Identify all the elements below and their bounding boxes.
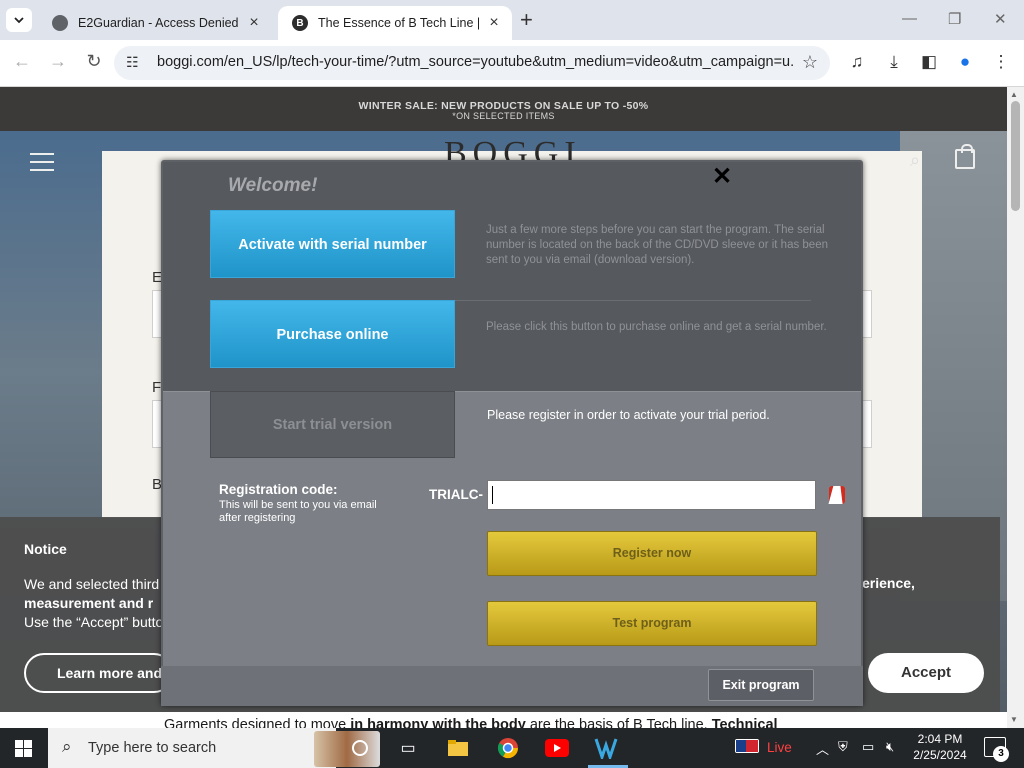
tab-search-button[interactable] <box>6 8 32 32</box>
minimize-icon[interactable]: — <box>902 10 917 27</box>
cookie-notice-text: We and selected third measurement and r … <box>24 575 164 632</box>
globe-icon <box>52 15 68 31</box>
shopping-bag-icon[interactable] <box>955 144 975 169</box>
browser-toolbar: ← → ↻ ☷ boggi.com/en_US/lp/tech-your-tim… <box>0 40 1024 87</box>
address-bar[interactable]: ☷ boggi.com/en_US/lp/tech-your-time/?utm… <box>114 46 830 80</box>
cookie-text-line: Use the “Accept” butto <box>24 614 164 630</box>
clock-date[interactable]: 2/25/2024 <box>910 748 970 762</box>
network-icon[interactable]: ▭ <box>862 739 874 755</box>
activate-serial-description: Just a few more steps before you can sta… <box>486 224 828 266</box>
youtube-icon[interactable] <box>545 736 569 760</box>
page-scrollbar[interactable]: ▲ ▼ <box>1007 87 1024 728</box>
file-explorer-icon[interactable] <box>446 736 470 760</box>
restore-icon[interactable]: ❐ <box>948 10 961 28</box>
windows-start-icon[interactable] <box>15 740 32 757</box>
purchase-online-description: Please click this button to purchase onl… <box>486 321 827 333</box>
trial-description: Please register in order to activate you… <box>487 408 770 422</box>
activate-serial-button[interactable]: Activate with serial number <box>210 210 455 278</box>
window-close-icon[interactable]: ✕ <box>994 10 1007 28</box>
description-text: Garments designed to move <box>164 717 351 728</box>
description-text: are the basis of B Tech line. <box>525 717 712 728</box>
tab-title: The Essence of B Tech Line | Bo <box>318 16 482 30</box>
live-indicator[interactable]: Live <box>767 740 792 755</box>
registration-code-prefix: TRIALC- <box>429 487 483 502</box>
cookie-text-line: measurement and r <box>24 595 154 611</box>
download-icon[interactable]: ⤓ <box>883 52 905 72</box>
cortana-icon[interactable] <box>348 736 372 760</box>
sale-banner[interactable]: WINTER SALE: NEW PRODUCTS ON SALE UP TO … <box>0 87 1007 131</box>
registration-code-input[interactable] <box>487 480 816 510</box>
tab-title: E2Guardian - Access Denied <box>78 16 239 30</box>
windows-taskbar: ⌕ Type here to search ▭ Live ︿ ⛨ ▭ 🔇︎ 2:… <box>0 728 1024 768</box>
notification-count-badge: 3 <box>993 746 1009 762</box>
back-arrow-icon[interactable]: ← <box>10 51 34 72</box>
divider <box>455 300 811 301</box>
star-icon[interactable]: ☆ <box>802 52 818 73</box>
forward-arrow-icon[interactable]: → <box>46 51 70 72</box>
product-description: Garments designed to move in harmony wit… <box>164 717 778 728</box>
accept-cookies-button[interactable]: Accept <box>868 653 984 693</box>
registration-code-label: Registration code: <box>219 482 338 497</box>
search-icon: ⌕ <box>62 737 72 756</box>
scroll-down-icon[interactable]: ▼ <box>1010 715 1018 724</box>
description-bold: Technical <box>711 717 778 728</box>
close-tab-icon[interactable]: × <box>246 14 262 32</box>
learn-more-button[interactable]: Learn more and customize <box>24 653 174 693</box>
scrollbar-thumb[interactable] <box>1011 101 1020 211</box>
search-icon[interactable]: ⌕ <box>910 150 920 171</box>
kebab-menu-icon[interactable]: ⋮ <box>990 52 1012 72</box>
browser-tab-bar: E2Guardian - Access Denied × B The Essen… <box>0 0 1024 40</box>
form-label: F <box>152 379 162 396</box>
media-control-icon[interactable]: ♫ <box>846 52 868 72</box>
new-tab-button[interactable]: + <box>520 9 533 31</box>
close-icon[interactable]: ✕ <box>712 162 732 191</box>
reload-icon[interactable]: ↻ <box>82 51 106 72</box>
cookie-text-line: We and selected third <box>24 576 160 592</box>
profile-icon[interactable]: ● <box>954 52 976 72</box>
description-bold: in harmony with the body <box>350 717 526 728</box>
cookie-notice-title: Notice <box>24 541 67 557</box>
purchase-online-button[interactable]: Purchase online <box>210 300 455 368</box>
site-info-icon[interactable]: ☷ <box>126 54 139 71</box>
taskbar-search-placeholder: Type here to search <box>88 740 217 756</box>
text-cursor <box>492 486 493 504</box>
close-tab-icon[interactable]: × <box>486 14 502 32</box>
hamburger-menu-icon[interactable] <box>30 153 54 177</box>
security-icon[interactable]: ⛨ <box>838 739 848 755</box>
test-program-button[interactable]: Test program <box>487 601 817 646</box>
chrome-icon[interactable] <box>496 736 520 760</box>
chevron-up-icon[interactable]: ︿ <box>816 739 829 758</box>
scroll-up-icon[interactable]: ▲ <box>1010 90 1018 99</box>
dialog-title: Welcome! <box>228 175 318 196</box>
sale-banner-subtext: *ON SELECTED ITEMS <box>452 111 555 121</box>
register-now-button[interactable]: Register now <box>487 531 817 576</box>
chevron-down-icon <box>14 17 24 24</box>
activation-dialog: Welcome! Activate with serial number Jus… <box>161 160 863 706</box>
side-panel-icon[interactable]: ◧ <box>918 52 940 72</box>
exit-program-button[interactable]: Exit program <box>708 669 814 701</box>
tab-e2guardian[interactable]: E2Guardian - Access Denied × <box>38 6 272 40</box>
start-trial-button[interactable]: Start trial version <box>210 391 455 458</box>
cookie-text-right: erience, <box>862 575 915 591</box>
mlb-icon[interactable] <box>735 739 759 756</box>
volume-muted-icon[interactable]: 🔇︎ <box>886 739 894 755</box>
tab-boggi[interactable]: B The Essence of B Tech Line | Bo × <box>278 6 512 40</box>
activation-app-icon[interactable] <box>594 736 618 760</box>
registration-code-hint: This will be sent to you via email after… <box>219 499 377 524</box>
boggi-favicon-icon: B <box>292 15 308 31</box>
clock-time[interactable]: 2:04 PM <box>910 732 970 746</box>
address-bar-url[interactable]: boggi.com/en_US/lp/tech-your-time/?utm_s… <box>157 54 793 70</box>
task-view-icon[interactable]: ▭ <box>396 736 420 760</box>
taskbar-search-box[interactable]: ⌕ Type here to search <box>48 728 380 768</box>
